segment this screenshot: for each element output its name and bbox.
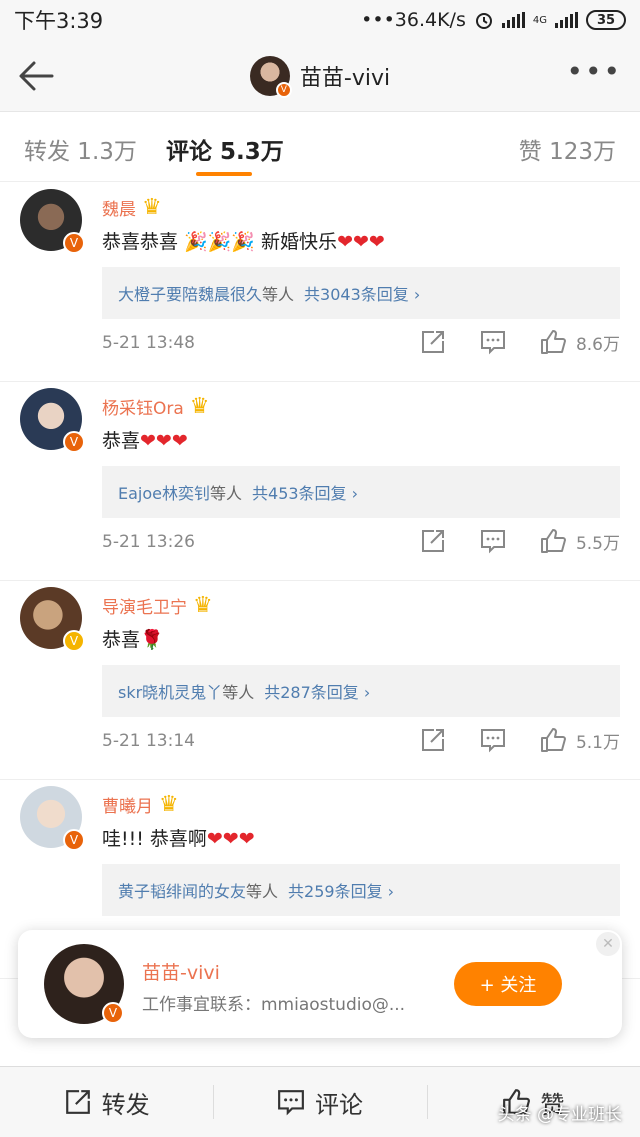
comment-list: V 魏晨 ♛ 恭喜恭喜 🎉🎉🎉 新婚快乐❤❤❤ 大橙子要陪魏晨很久 等人 共30… [0,183,640,979]
crown-icon: ♛ [189,393,210,419]
share-icon[interactable] [420,727,446,753]
share-icon[interactable] [420,528,446,554]
verified-badge-icon: V [63,829,85,851]
comment-text: 恭喜🌹 [102,629,164,651]
share-icon[interactable] [420,329,446,355]
like-count: 5.5万 [575,533,620,554]
comment-icon[interactable] [480,528,506,554]
comment-item: V 杨采钰Ora ♛ 恭喜❤❤❤ Eajoe林奕钊 等人 共453条回复 › 5… [0,382,640,581]
comment-text: 恭喜恭喜 🎉🎉🎉 新婚快乐❤❤❤ [102,231,385,253]
comment-time: 5-21 13:14 [102,731,195,751]
network-type: 4G [532,14,547,26]
comment-author-row: 导演毛卫宁 ♛ [102,593,213,618]
active-tab-indicator [196,172,252,176]
comment-text: 哇!!! 恭喜啊❤❤❤ [102,828,255,850]
tab-bar: 转发 1.3万 评论 5.3万 赞 123万 [0,112,640,182]
avatar[interactable]: V [20,388,85,453]
verified-badge-icon: V [63,431,85,453]
thumbs-up-icon [540,330,566,354]
comment-author[interactable]: 导演毛卫宁 [102,593,187,618]
repost-label: 转发 [101,1090,150,1119]
like-count: 5.1万 [575,732,620,753]
comment-author-row: 杨采钰Ora ♛ [102,394,210,419]
comment-author[interactable]: 曹曦月 [102,792,153,817]
crown-icon: ♛ [193,592,213,618]
follow-suggestion-card: V 苗苗-vivi 工作事宜联系：mmiaostudio@... + 关注 ✕ [18,930,622,1038]
page-title: 苗苗-vivi [299,65,391,91]
like-button[interactable]: 5.5万 [540,528,620,554]
reply-summary[interactable]: skr晓机灵鬼丫 等人 共287条回复 › [102,665,620,717]
reply-summary[interactable]: 大橙子要陪魏晨很久 等人 共3043条回复 › [102,267,620,319]
network-speed: •••36.4K/s [361,9,466,31]
avatar[interactable]: V [44,944,124,1024]
comment-icon[interactable] [480,329,506,355]
more-icon[interactable]: ••• [566,58,622,86]
comment-author-row: 曹曦月 ♛ [102,792,179,817]
watermark: 头条 @专业班长 [497,1105,622,1125]
verified-badge-icon: V [63,232,85,254]
comment-time: 5-21 13:26 [102,532,195,552]
status-indicators: •••36.4K/s 4G 35 [361,9,626,31]
crown-icon: ♛ [159,791,179,817]
avatar[interactable]: V [20,587,85,652]
reply-summary[interactable]: 黄子韬绯闻的女友 等人 共259条回复 › [102,864,620,916]
popup-description: 工作事宜联系：mmiaostudio@... [142,995,406,1015]
thumbs-up-icon [540,728,566,752]
popup-username[interactable]: 苗苗-vivi [142,958,220,985]
verified-badge-icon: V [102,1002,124,1024]
nav-profile[interactable]: V 苗苗-vivi [249,55,391,98]
comment-label: 评论 [314,1090,363,1119]
like-button[interactable]: 8.6万 [540,329,620,355]
comment-author[interactable]: 魏晨 [102,195,136,220]
comment-icon[interactable] [480,727,506,753]
back-arrow-icon[interactable] [14,54,58,98]
crown-icon: ♛ [142,194,162,220]
comment-item: V 导演毛卫宁 ♛ 恭喜🌹 skr晓机灵鬼丫 等人 共287条回复 › 5-21… [0,581,640,780]
comment-time: 5-21 13:48 [102,333,195,353]
share-icon [65,1090,90,1114]
battery-icon: 35 [586,10,626,30]
comment-actions: 5.5万 [420,528,620,554]
tab-repost[interactable]: 转发 1.3万 [24,132,137,166]
avatar[interactable]: V [249,55,292,98]
verified-badge-icon: V [275,81,292,98]
alarm-icon [475,13,492,29]
comment-actions: 5.1万 [420,727,620,753]
comment-item: V 魏晨 ♛ 恭喜恭喜 🎉🎉🎉 新婚快乐❤❤❤ 大橙子要陪魏晨很久 等人 共30… [0,183,640,382]
comment-button[interactable]: 评论 [213,1067,426,1137]
cell-signal-icon [555,12,578,28]
thumbs-up-icon [540,529,566,553]
avatar[interactable]: V [20,189,85,254]
comment-icon [278,1090,304,1116]
wifi-signal-icon [501,12,525,28]
verified-badge-icon: V [63,630,85,652]
nav-bar: V 苗苗-vivi ••• [0,40,640,112]
close-icon[interactable]: ✕ [596,932,620,956]
reply-summary[interactable]: Eajoe林奕钊 等人 共453条回复 › [102,466,620,518]
status-time: 下午3:39 [14,9,104,33]
comment-author-row: 魏晨 ♛ [102,195,162,220]
tab-likes[interactable]: 赞 123万 [519,132,616,166]
comment-text: 恭喜❤❤❤ [102,430,188,452]
avatar[interactable]: V [20,786,85,851]
status-bar: 下午3:39 •••36.4K/s 4G 35 [0,0,640,40]
comment-actions: 8.6万 [420,329,620,355]
repost-button[interactable]: 转发 [0,1067,213,1137]
follow-button[interactable]: + 关注 [454,962,562,1006]
comment-author[interactable]: 杨采钰Ora [102,394,184,419]
like-count: 8.6万 [575,334,620,355]
like-button[interactable]: 5.1万 [540,727,620,753]
tab-comments[interactable]: 评论 5.3万 [166,132,284,166]
